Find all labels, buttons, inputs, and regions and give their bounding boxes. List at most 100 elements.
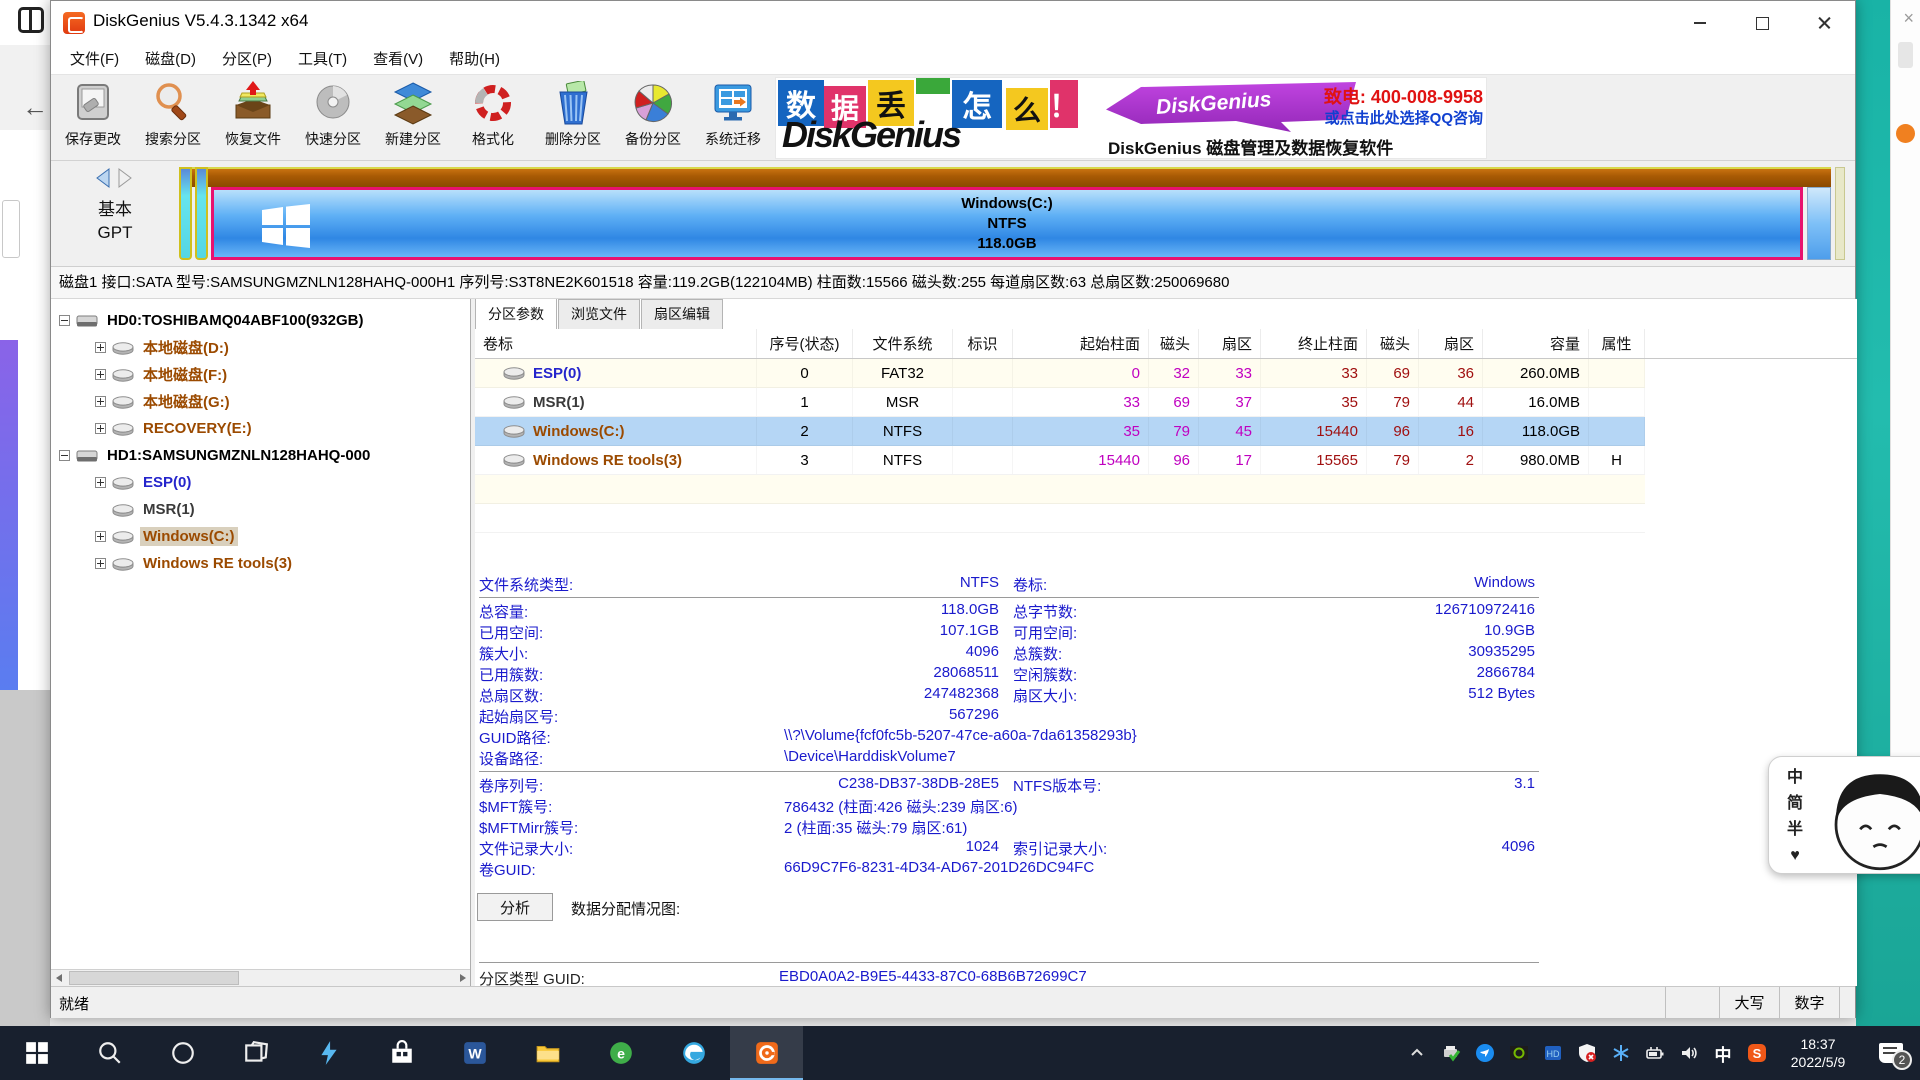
column-header-1[interactable]: 序号(状态) xyxy=(757,329,853,358)
taskbar-file-explorer[interactable] xyxy=(511,1026,584,1080)
taskbar-word[interactable]: W xyxy=(438,1026,511,1080)
status-resize-grip[interactable] xyxy=(1839,987,1853,1018)
column-header-8[interactable]: 磁头 xyxy=(1367,329,1419,358)
tray-printer[interactable] xyxy=(1434,1026,1468,1080)
tray-intel[interactable]: HD xyxy=(1536,1026,1570,1080)
menu-item-4[interactable]: 查看(V) xyxy=(360,45,436,75)
tree-item-d[interactable]: 本地磁盘(D:) xyxy=(51,334,232,361)
toolbar-quick-partition[interactable]: 快速分区 xyxy=(293,77,373,159)
taskbar-edge[interactable] xyxy=(657,1026,730,1080)
table-row[interactable] xyxy=(475,475,1645,504)
banner-qq-link[interactable]: 或点击此处选择QQ咨询 xyxy=(1281,107,1483,128)
taskbar-search[interactable] xyxy=(73,1026,146,1080)
column-header-9[interactable]: 扇区 xyxy=(1419,329,1483,358)
expander-icon[interactable] xyxy=(95,369,106,380)
menu-item-5[interactable]: 帮助(H) xyxy=(436,45,513,75)
table-row[interactable]: MSR(1)1MSR33693735794416.0MB xyxy=(475,388,1645,417)
maximize-button[interactable] xyxy=(1731,1,1793,45)
winre-partition-block[interactable] xyxy=(1807,187,1831,260)
toolbar-search-partition[interactable]: 搜索分区 xyxy=(133,77,213,159)
ad-banner[interactable]: 数据丢怎么！ DiskGenius DiskGenius 致电: 400-008… xyxy=(775,77,1487,159)
tree-item-recoverye[interactable]: RECOVERY(E:) xyxy=(51,415,255,442)
tray-snowflake[interactable] xyxy=(1604,1026,1638,1080)
tray-battery[interactable] xyxy=(1638,1026,1672,1080)
toolbar-backup-partition[interactable]: 备份分区 xyxy=(613,77,693,159)
tray-defender[interactable] xyxy=(1570,1026,1604,1080)
tray-chevron-up[interactable] xyxy=(1400,1026,1434,1080)
taskbar-lightning[interactable] xyxy=(292,1026,365,1080)
scroll-right-icon[interactable] xyxy=(454,970,471,986)
taskbar-start[interactable] xyxy=(0,1026,73,1080)
expander-icon[interactable] xyxy=(95,342,106,353)
table-row[interactable] xyxy=(475,504,1645,533)
expander-icon[interactable] xyxy=(95,423,106,434)
menu-item-3[interactable]: 工具(T) xyxy=(285,45,360,75)
expander-icon[interactable] xyxy=(95,531,106,542)
disk-header-strip[interactable] xyxy=(179,167,1831,187)
back-arrow-icon[interactable]: ← xyxy=(22,92,48,123)
menu-item-1[interactable]: 磁盘(D) xyxy=(132,45,209,75)
toolbar-new-partition[interactable]: 新建分区 xyxy=(373,77,453,159)
taskbar-clock[interactable]: 18:37 2022/5/9 xyxy=(1774,1035,1862,1071)
tree-item-esp0[interactable]: ESP(0) xyxy=(51,469,194,496)
column-header-10[interactable]: 容量 xyxy=(1483,329,1589,358)
column-header-4[interactable]: 起始柱面 xyxy=(1013,329,1149,358)
table-row[interactable]: ESP(0)0FAT3203233336936260.0MB xyxy=(475,359,1645,388)
tree-item-f[interactable]: 本地磁盘(F:) xyxy=(51,361,230,388)
ime-status-widget[interactable]: 中简半♥ xyxy=(1768,756,1920,874)
disk-nav-arrows[interactable] xyxy=(95,167,135,189)
expander-icon[interactable] xyxy=(95,396,106,407)
windows-c-partition-block[interactable]: Windows(C:) NTFS 118.0GB xyxy=(211,187,1803,260)
menu-item-0[interactable]: 文件(F) xyxy=(57,45,132,75)
tray-nvidia[interactable] xyxy=(1502,1026,1536,1080)
tree-item-hd1samsungmznln128hahq000[interactable]: HD1:SAMSUNGMZNLN128HAHQ-000 xyxy=(51,442,373,469)
menu-item-2[interactable]: 分区(P) xyxy=(209,45,285,75)
tree-item-msr1[interactable]: MSR(1) xyxy=(51,496,198,523)
background-scrollbar[interactable] xyxy=(1890,0,1920,765)
tree-item-hd0toshibamq04abf100932gb[interactable]: HD0:TOSHIBAMQ04ABF100(932GB) xyxy=(51,307,366,334)
tree-item-windowsretools3[interactable]: Windows RE tools(3) xyxy=(51,550,295,577)
table-row[interactable]: Windows RE tools(3)3NTFS1544096171556579… xyxy=(475,446,1645,475)
expander-icon[interactable] xyxy=(59,315,70,326)
sidebar-orange-icon[interactable] xyxy=(1896,124,1915,143)
scrollbar-thumb[interactable] xyxy=(69,971,239,985)
taskbar-task-view[interactable] xyxy=(219,1026,292,1080)
tray-ime-lang[interactable]: 中 xyxy=(1706,1026,1740,1080)
msr-partition-block[interactable] xyxy=(195,167,208,260)
column-header-11[interactable]: 属性 xyxy=(1589,329,1645,358)
column-header-7[interactable]: 终止柱面 xyxy=(1261,329,1367,358)
tab-0[interactable]: 分区参数 xyxy=(475,299,557,329)
taskbar-cortana[interactable] xyxy=(146,1026,219,1080)
analyze-button[interactable]: 分析 xyxy=(477,893,553,921)
table-row[interactable]: Windows(C:)2NTFS357945154409616118.0GB xyxy=(475,417,1645,446)
column-header-3[interactable]: 标识 xyxy=(953,329,1013,358)
toolbar-recover-files[interactable]: 恢复文件 xyxy=(213,77,293,159)
tab-1[interactable]: 浏览文件 xyxy=(558,299,640,329)
toolbar-save-changes[interactable]: 保存更改 xyxy=(53,77,133,159)
tray-dingtalk[interactable] xyxy=(1468,1026,1502,1080)
tree-horizontal-scrollbar[interactable] xyxy=(51,969,471,986)
tray-sogou[interactable]: S xyxy=(1740,1026,1774,1080)
toolbar-format[interactable]: 格式化 xyxy=(453,77,533,159)
tree-item-windowsc[interactable]: Windows(C:) xyxy=(51,523,238,550)
taskbar-browser-360[interactable]: e xyxy=(584,1026,657,1080)
column-header-5[interactable]: 磁头 xyxy=(1149,329,1199,358)
expander-icon[interactable] xyxy=(95,558,106,569)
tray-volume[interactable] xyxy=(1672,1026,1706,1080)
toolbar-system-migration[interactable]: 系统迁移 xyxy=(693,77,773,159)
minimize-button[interactable] xyxy=(1669,1,1731,45)
scrollbar-thumb[interactable] xyxy=(1898,42,1913,68)
title-bar[interactable]: DiskGenius V5.4.3.1342 x64 xyxy=(51,1,1855,45)
tab-2[interactable]: 扇区编辑 xyxy=(641,299,723,329)
scroll-left-icon[interactable] xyxy=(51,970,68,986)
taskbar-diskgenius[interactable] xyxy=(730,1026,803,1080)
column-header-2[interactable]: 文件系统 xyxy=(853,329,953,358)
action-center-button[interactable]: 2 xyxy=(1862,1026,1920,1080)
esp-partition-block[interactable] xyxy=(179,167,192,260)
tree-item-g[interactable]: 本地磁盘(G:) xyxy=(51,388,233,415)
expander-icon[interactable] xyxy=(59,450,70,461)
column-header-0[interactable]: 卷标 xyxy=(475,329,757,358)
taskbar-store[interactable] xyxy=(365,1026,438,1080)
toolbar-delete-partition[interactable]: 删除分区 xyxy=(533,77,613,159)
column-header-6[interactable]: 扇区 xyxy=(1199,329,1261,358)
